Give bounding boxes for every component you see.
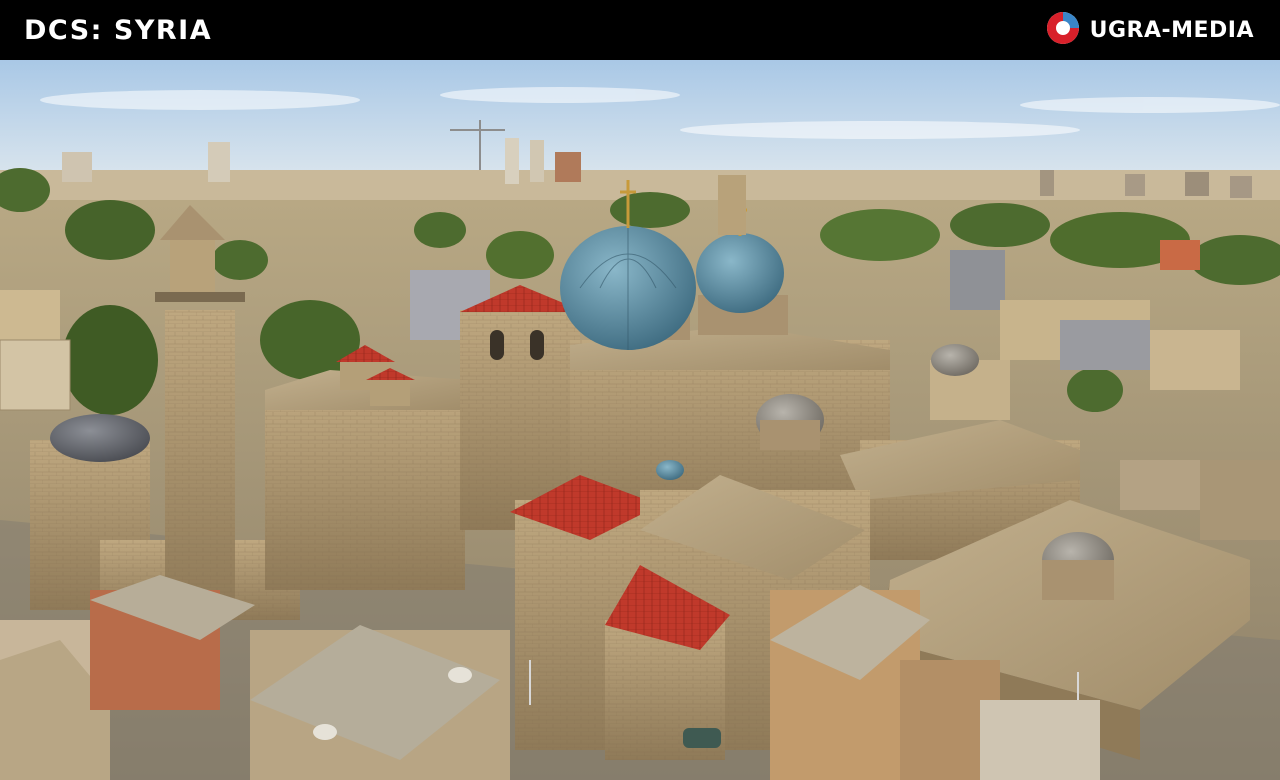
top-banner: DCS: SYRIA UGRA-MEDIA bbox=[0, 0, 1280, 60]
game-title: DCS: SYRIA bbox=[24, 14, 213, 46]
ugra-media-logo-icon bbox=[1046, 11, 1080, 49]
game-scene bbox=[0, 60, 1280, 780]
brand: UGRA-MEDIA bbox=[1046, 11, 1254, 49]
brand-name: UGRA-MEDIA bbox=[1089, 17, 1254, 43]
